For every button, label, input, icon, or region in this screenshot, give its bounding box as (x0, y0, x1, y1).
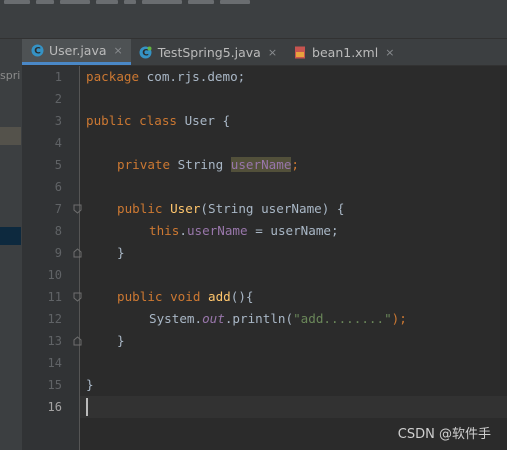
tab-label: TestSpring5.java (157, 44, 261, 60)
line-number: 15 (47, 378, 62, 392)
constructor-name: User (162, 201, 201, 216)
menu-bar (0, 0, 507, 39)
project-panel-label: spri (0, 69, 21, 82)
code-line-12[interactable]: System.out.println("add........"); (149, 308, 407, 330)
tab-label: bean1.xml (312, 44, 379, 60)
keyword: package (86, 69, 140, 84)
menu-bar-cropped (0, 0, 250, 8)
fold-end-icon[interactable] (73, 336, 82, 346)
svg-text:C: C (142, 48, 149, 58)
line-number: 2 (54, 92, 62, 106)
tab-testspring5-java[interactable]: C TestSpring5.java × (131, 39, 285, 65)
code-line-9[interactable]: } (117, 242, 125, 264)
static-field: out (202, 311, 225, 326)
line-number: 10 (47, 268, 62, 282)
keyword: public void (117, 289, 201, 304)
line-number: 7 (54, 202, 62, 216)
code-text: com.rjs.demo; (139, 69, 246, 84)
code-line-3[interactable]: public class User { (86, 110, 230, 132)
java-class-icon: C (30, 44, 44, 58)
fold-marker-icon[interactable] (73, 292, 82, 302)
svg-text:C: C (34, 47, 41, 57)
line-number: 6 (54, 180, 62, 194)
close-icon[interactable]: × (385, 46, 394, 59)
line-number: 5 (54, 158, 62, 172)
code-line-11[interactable]: public void add(){ (117, 286, 254, 308)
tab-user-java[interactable]: C User.java × (22, 39, 131, 65)
line-number: 1 (54, 70, 62, 84)
keyword: private (117, 157, 171, 172)
tab-label: User.java (49, 43, 107, 58)
code-text: = userName; (247, 223, 339, 238)
line-number: 13 (47, 334, 62, 348)
code-text: String (170, 157, 231, 172)
ide-window: spri C User.java × C TestSpring5.java × … (0, 0, 507, 450)
editor-tab-bar: C User.java × C TestSpring5.java × bean1… (22, 39, 507, 66)
java-class-icon: C (139, 45, 153, 59)
project-tree-selection[interactable] (0, 227, 21, 245)
code-line-15[interactable]: } (86, 374, 94, 396)
code-text: . (179, 223, 187, 238)
line-number: 11 (47, 290, 62, 304)
code-line-8[interactable]: this.userName = userName; (149, 220, 339, 242)
line-number-current: 16 (47, 400, 62, 414)
project-panel[interactable]: spri (0, 39, 23, 450)
watermark: CSDN @软件手 (397, 427, 491, 442)
line-number: 9 (54, 246, 62, 260)
fold-marker-icon[interactable] (73, 204, 82, 214)
code-line-7[interactable]: public User(String userName) { (117, 198, 344, 220)
close-icon[interactable]: × (268, 46, 277, 59)
fold-end-icon[interactable] (73, 248, 82, 258)
string-literal: "add........" (293, 311, 392, 326)
code-line-1[interactable]: package com.rjs.demo; (86, 66, 245, 88)
xml-file-icon (293, 45, 307, 59)
keyword: public (117, 201, 163, 216)
line-number: 14 (47, 356, 62, 370)
tab-bean1-xml[interactable]: bean1.xml × (285, 39, 402, 65)
line-number: 4 (54, 136, 62, 150)
method-name: add (200, 289, 231, 304)
text-caret (86, 398, 88, 416)
field-name-highlighted: userName (230, 157, 292, 172)
code-text: ); (391, 311, 407, 326)
current-line-highlight (80, 396, 507, 418)
code-line-13[interactable]: } (117, 330, 125, 352)
code-text: User { (177, 113, 231, 128)
keyword: this (149, 223, 180, 238)
close-icon[interactable]: × (114, 44, 123, 57)
code-text: (String userName) { (200, 201, 345, 216)
field-name: userName (186, 223, 248, 238)
code-text: (){ (230, 289, 254, 304)
semicolon: ; (291, 157, 300, 172)
line-number: 12 (47, 312, 62, 326)
code-text: System. (149, 311, 203, 326)
project-tree-highlight (0, 127, 21, 145)
line-number: 3 (54, 114, 62, 128)
line-number: 8 (54, 224, 62, 238)
code-line-5[interactable]: private String userName; (117, 154, 299, 176)
code-text: .println( (224, 311, 294, 326)
keyword: public class (86, 113, 177, 128)
